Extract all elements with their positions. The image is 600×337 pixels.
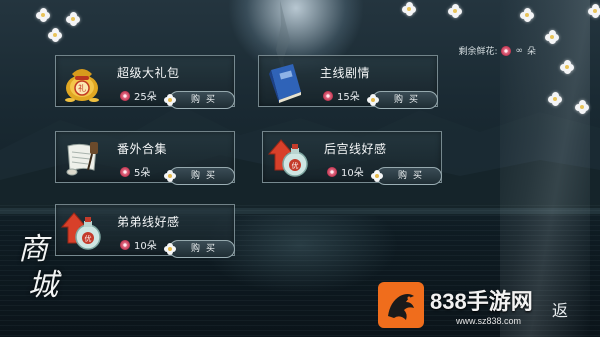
price-value: 10朵 [341, 168, 364, 179]
item-title: 番外合集 [117, 142, 168, 156]
price-value: 25朵 [134, 92, 157, 103]
blossom-decoration [548, 92, 562, 106]
back-button[interactable]: 返 [540, 296, 580, 326]
buy-label: 购买 [397, 171, 428, 181]
blossom-decoration [560, 60, 574, 74]
remaining-label: 剩余鲜花: [458, 47, 498, 57]
remaining-value: ∞ [515, 45, 523, 56]
blossom-decoration [520, 8, 534, 22]
item-price: 5朵 [120, 164, 150, 179]
item-price: 15朵 [323, 88, 360, 103]
watermark-url: www.sz838.com [456, 316, 522, 326]
item-title: 主线剧情 [320, 66, 371, 80]
blossom-icon [164, 243, 176, 255]
buy-button[interactable]: 购买 [164, 91, 235, 109]
price-value: 5朵 [134, 168, 151, 179]
blossom-icon [371, 170, 383, 182]
remaining-unit: 朵 [526, 47, 536, 57]
red-flower-icon [501, 45, 512, 56]
blossom-decoration [448, 4, 462, 18]
blossom-decoration [545, 30, 559, 44]
shop-item-card: 礼 超级大礼包 25朵 购买 [55, 55, 235, 109]
svg-text:优: 优 [85, 234, 92, 243]
shop-title: 商 城 [18, 232, 64, 304]
buy-label: 购买 [190, 95, 221, 105]
buy-button[interactable]: 购买 [164, 240, 235, 258]
dragon-logo-icon [378, 282, 424, 328]
shop-title-char: 城 [28, 268, 58, 303]
favor-potion-icon: 优 [60, 212, 101, 250]
shop-item-card: 主线剧情 15朵 购买 [258, 55, 438, 109]
blossom-decoration [575, 100, 589, 114]
watermark-name: 838手游网 [430, 289, 533, 314]
item-title: 弟弟线好感 [117, 215, 180, 229]
item-title: 超级大礼包 [117, 66, 180, 80]
buy-button[interactable]: 购买 [164, 167, 235, 185]
svg-text:礼: 礼 [78, 83, 86, 93]
shop-item-card: 优 后宫线好感 10朵 购买 [262, 131, 442, 185]
item-title: 后宫线好感 [324, 142, 387, 156]
blossom-decoration [66, 12, 80, 26]
blossom-decoration [36, 8, 50, 22]
buy-label: 购买 [190, 171, 221, 181]
buy-button[interactable]: 购买 [367, 91, 438, 109]
favor-potion-icon: 优 [267, 139, 308, 177]
red-flower-icon [120, 239, 130, 250]
scroll-icon [66, 142, 98, 176]
red-flower-icon [327, 166, 337, 177]
item-price: 10朵 [120, 237, 157, 252]
red-flower-icon [120, 166, 130, 177]
gift-bag-icon: 礼 [65, 69, 99, 102]
blossom-icon [164, 94, 176, 106]
dragon-icon [388, 294, 414, 320]
svg-text:优: 优 [292, 161, 299, 170]
blue-book-icon [269, 64, 301, 103]
red-flower-icon [120, 90, 130, 101]
blossom-decoration [588, 4, 600, 18]
price-value: 15朵 [337, 92, 360, 103]
item-price: 10朵 [327, 164, 364, 179]
blossom-decoration [48, 28, 62, 42]
buy-label: 购买 [393, 95, 424, 105]
remaining-flowers: 剩余鲜花: ∞ 朵 [458, 44, 536, 57]
buy-button[interactable]: 购买 [371, 167, 442, 185]
item-price: 25朵 [120, 88, 157, 103]
blossom-decoration [402, 2, 416, 16]
buy-label: 购买 [190, 244, 221, 254]
shop-item-card: 优 弟弟线好感 10朵 购买 [55, 204, 235, 258]
red-flower-icon [323, 90, 333, 101]
shop-title-char: 商 [18, 232, 48, 267]
price-value: 10朵 [134, 241, 157, 252]
shop-item-card: 番外合集 5朵 购买 [55, 131, 235, 185]
shop-screen: 剩余鲜花: ∞ 朵 礼 超级大礼包 25朵 购买 主线剧情 15朵 购买 番外合… [0, 0, 600, 337]
blossom-icon [367, 94, 379, 106]
blossom-icon [164, 170, 176, 182]
